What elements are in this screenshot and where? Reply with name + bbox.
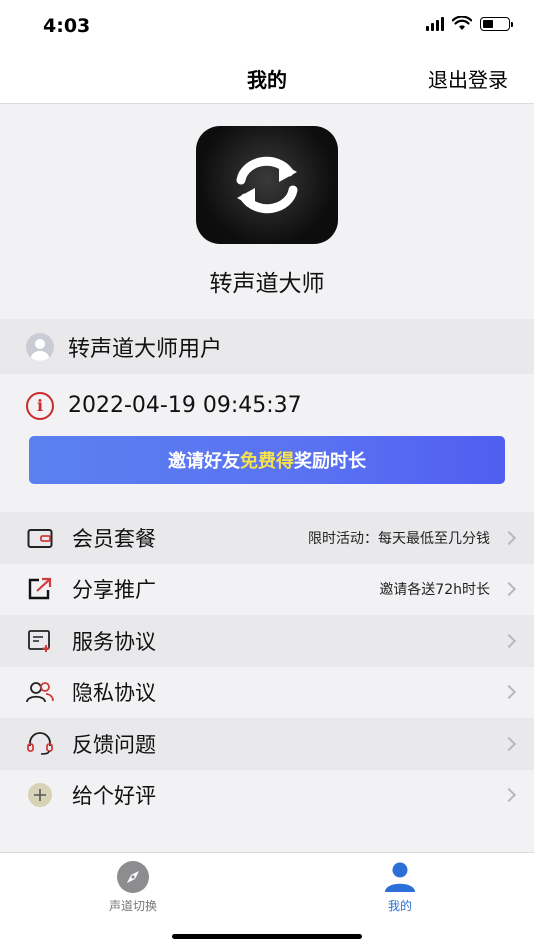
status-time: 4:03 <box>43 15 91 37</box>
menu-item-privacy-agreement[interactable]: 隐私协议 <box>0 666 534 718</box>
home-indicator <box>172 934 362 939</box>
tab-channel-switch[interactable]: 声道切换 <box>73 861 193 914</box>
menu-item-share[interactable]: 分享推广 邀请各送72h时长 <box>0 563 534 615</box>
chevron-right-icon <box>501 685 517 700</box>
refresh-arrows-icon <box>236 156 298 214</box>
users-icon <box>26 678 54 706</box>
user-row: 转声道大师用户 <box>0 319 534 374</box>
time-row: i 2022-04-19 09:45:37 <box>0 378 534 433</box>
battery-icon <box>480 16 513 31</box>
compass-icon <box>117 861 149 893</box>
menu-item-rate[interactable]: 给个好评 <box>0 769 534 821</box>
menu-item-membership[interactable]: 会员套餐 限时活动：每天最低至几分钱 <box>0 512 534 564</box>
share-icon <box>26 575 54 603</box>
menu-note: 限时活动：每天最低至几分钱 <box>308 530 490 547</box>
settings-menu: 会员套餐 限时活动：每天最低至几分钱 分享推广 邀请各送72h时长 服务协议 隐… <box>0 512 534 821</box>
invite-prefix: 邀请好友 <box>168 451 240 472</box>
chevron-right-icon <box>501 530 517 545</box>
menu-label: 会员套餐 <box>72 526 156 551</box>
document-add-icon <box>26 627 54 655</box>
cellular-signal-icon <box>426 16 444 31</box>
tab-label: 我的 <box>387 899 412 913</box>
menu-label: 反馈问题 <box>72 732 156 757</box>
menu-item-service-agreement[interactable]: 服务协议 <box>0 615 534 667</box>
plus-circle-icon <box>26 781 54 809</box>
invite-highlight: 免费得 <box>240 451 294 472</box>
tab-label: 声道切换 <box>108 899 157 913</box>
info-icon: i <box>26 391 54 420</box>
wifi-icon <box>452 16 472 30</box>
chevron-right-icon <box>501 788 517 803</box>
status-bar: 4:03 <box>0 0 534 52</box>
headset-icon <box>26 730 54 758</box>
person-icon <box>385 862 415 892</box>
status-icons <box>426 16 513 31</box>
menu-label: 隐私协议 <box>72 681 156 706</box>
chevron-right-icon <box>501 736 517 751</box>
logout-button[interactable]: 退出登录 <box>428 64 508 93</box>
tab-mine[interactable]: 我的 <box>340 861 460 914</box>
app-logo <box>196 126 338 244</box>
user-name: 转声道大师用户 <box>68 336 223 362</box>
menu-label: 服务协议 <box>72 629 156 654</box>
menu-note: 邀请各送72h时长 <box>379 582 490 599</box>
menu-label: 分享推广 <box>72 578 156 603</box>
app-name: 转声道大师 <box>209 271 325 297</box>
chevron-right-icon <box>501 633 517 648</box>
nav-bar: 我的 退出登录 <box>0 52 534 104</box>
user-datetime: 2022-04-19 09:45:37 <box>68 393 302 418</box>
chevron-right-icon <box>501 582 517 597</box>
invite-friends-banner[interactable]: 邀请好友 免费得 奖励时长 <box>29 436 505 484</box>
menu-label: 给个好评 <box>72 784 156 809</box>
invite-suffix: 奖励时长 <box>294 451 366 472</box>
avatar <box>26 332 54 361</box>
wallet-icon <box>26 524 54 552</box>
menu-item-feedback[interactable]: 反馈问题 <box>0 718 534 770</box>
